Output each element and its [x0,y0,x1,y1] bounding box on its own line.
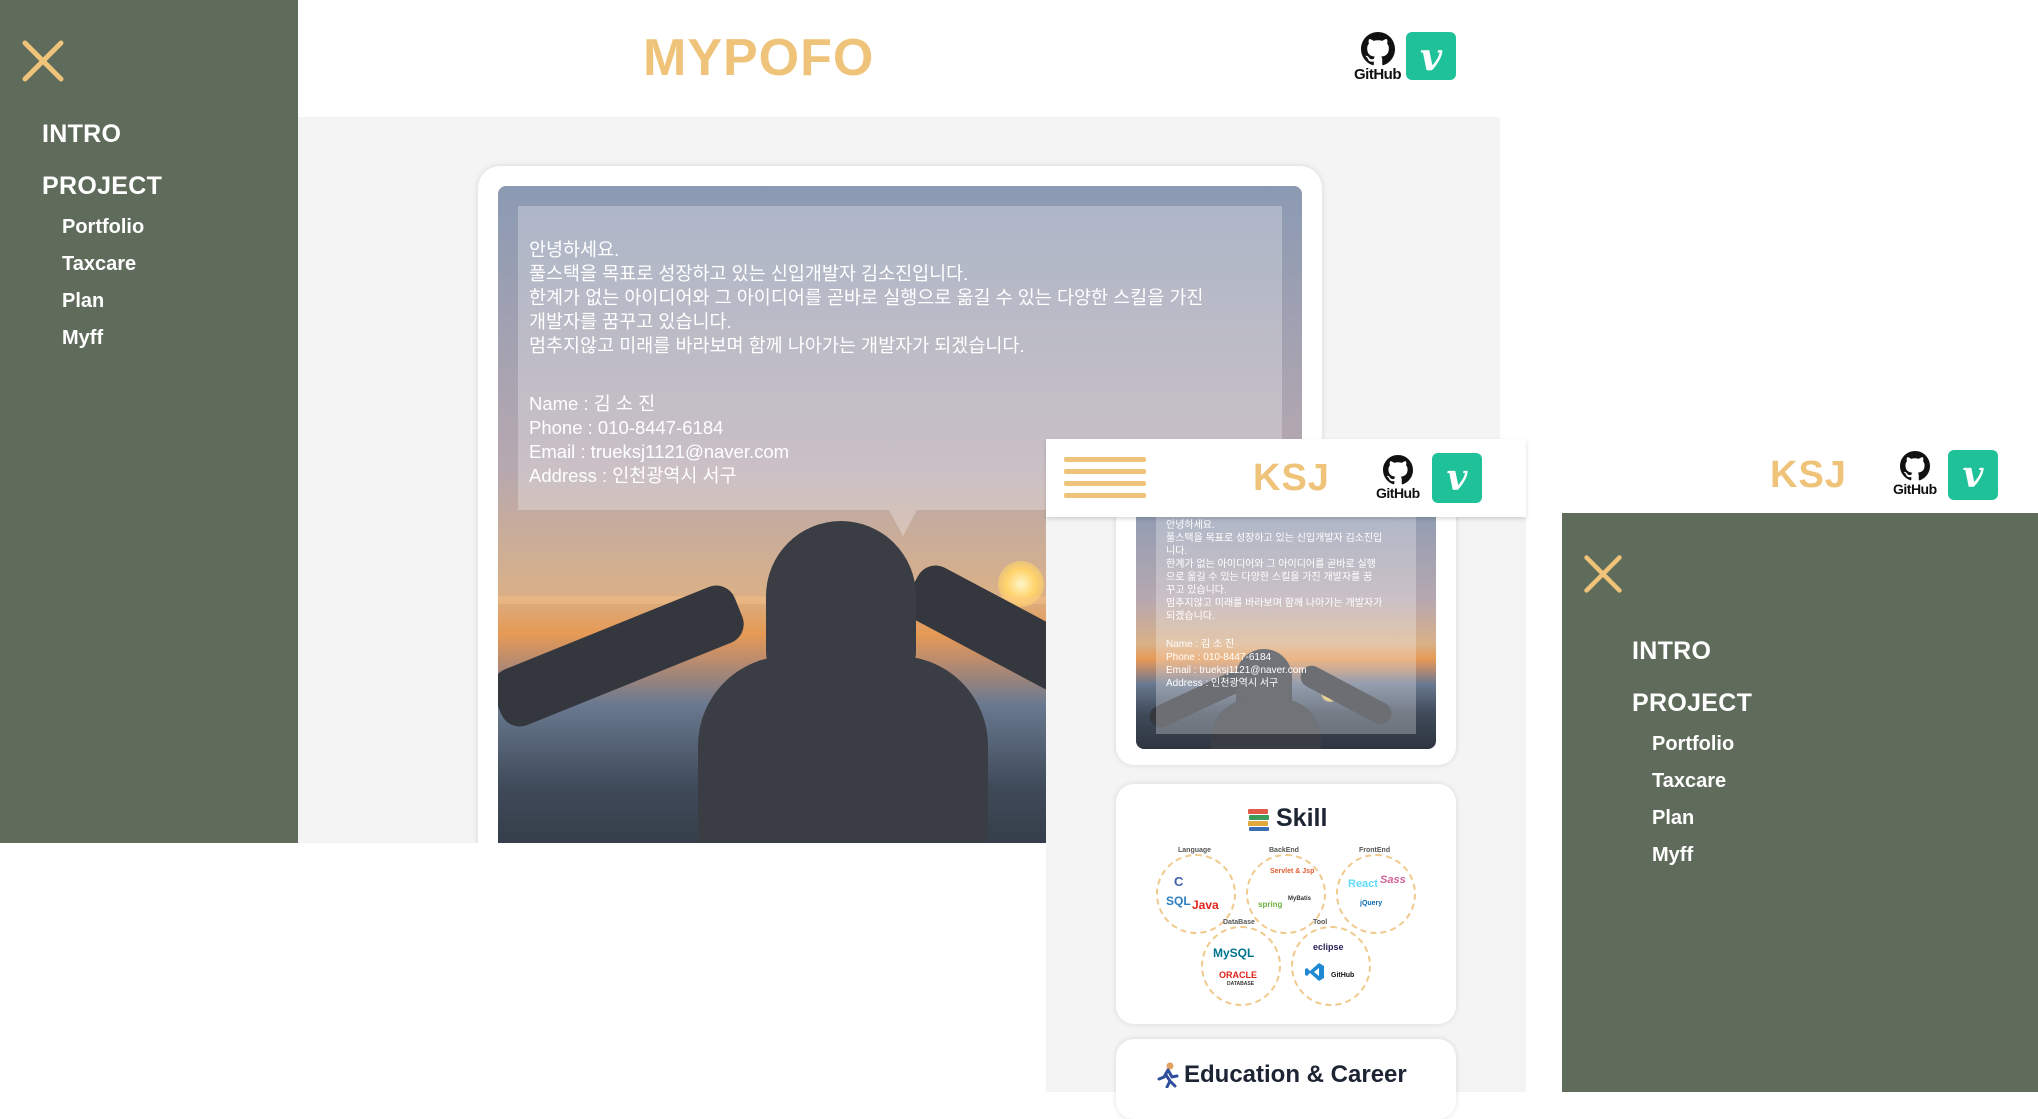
c-logo: C [1174,874,1184,889]
person-body [698,656,988,843]
intro-address: Address : 인천광역시 서구 [529,465,737,486]
servlet-logo: Servlet & Jsp [1270,868,1315,875]
mobile-nav-item-taxcare[interactable]: Taxcare [1652,770,1726,793]
books-icon [1248,808,1269,831]
tool-circle: eclipse GitHub [1291,926,1371,1006]
runner-icon [1157,1062,1179,1088]
tablet-github-link[interactable]: GitHub [1376,455,1420,501]
mobile-menu-panel: INTRO PROJECT Portfolio Taxcare Plan Myf… [1562,513,2038,1092]
education-title: Education & Career [1184,1061,1407,1088]
skill-title: Skill [1276,804,1328,832]
tablet-brand-logo[interactable]: KSJ [1253,457,1330,500]
oracle-logo: ORACLE [1219,970,1257,980]
mobile-nav-item-portfolio[interactable]: Portfolio [1652,733,1734,756]
mobile-nav-item-plan[interactable]: Plan [1652,807,1694,830]
tablet-velog-button[interactable]: v [1432,453,1482,503]
tablet-page: 안녕하세요. 풀스택을 목표로 성장하고 있는 신입개발자 김소진입 니다. 한… [1046,439,1526,1119]
intro-greeting: 안녕하세요. 풀스택을 목표로 성장하고 있는 신입개발자 김소진입니다. 한계… [529,239,1204,356]
hamburger-menu-icon[interactable] [1064,457,1146,498]
skill-card: Skill Language C SQL Java BackEnd Servle… [1116,784,1456,1024]
tablet-github-label: GitHub [1376,485,1420,501]
tablet-intro-greeting: 안녕하세요. 풀스택을 목표로 성장하고 있는 신입개발자 김소진입 니다. 한… [1166,520,1383,622]
frontend-circle: React Sass jQuery [1336,854,1416,934]
oracle-db-label: DATABASE [1227,981,1255,987]
tablet-intro-phone: Phone : 010-8447-6184 [1166,652,1272,663]
bubble-tail [889,510,917,536]
sass-logo: Sass [1380,874,1406,886]
skill-group-tool: Tool [1313,919,1328,926]
intro-email: Email : trueksj1121@naver.com [529,441,790,462]
skill-heading: Skill [1246,804,1327,833]
tablet-intro-name: Name : 김 소 진 [1166,639,1235,650]
education-heading: Education & Career [1156,1061,1407,1089]
skill-group-backend: BackEnd [1269,847,1299,854]
tablet-header: KSJ GitHub v [1046,439,1526,517]
jquery-logo: jQuery [1360,900,1383,907]
tablet-intro-address: Address : 인천광역시 서구 [1166,678,1279,689]
mobile-velog-button[interactable]: v [1948,450,1998,500]
database-circle: MySQL ORACLE DATABASE [1201,926,1281,1006]
mobile-brand-logo[interactable]: KSJ [1770,454,1847,497]
intro-name: Name : 김 소 진 [529,393,656,414]
close-icon[interactable] [1582,553,1624,595]
mysql-logo: MySQL [1213,946,1255,960]
skill-group-database: DataBase [1223,919,1255,926]
tablet-intro-photo: 안녕하세요. 풀스택을 목표로 성장하고 있는 신입개발자 김소진입 니다. 한… [1136,499,1436,749]
eclipse-logo: eclipse [1313,942,1344,952]
react-logo: React [1348,878,1378,890]
github-tool-logo: GitHub [1331,972,1355,979]
education-card: Education & Career [1116,1039,1456,1119]
vscode-icon [1305,963,1324,981]
tablet-intro-bubble: 안녕하세요. 풀스택을 목표로 성장하고 있는 신입개발자 김소진입 니다. 한… [1156,499,1416,734]
tablet-intro-email: Email : trueksj1121@naver.com [1166,665,1307,676]
mybatis-logo: MyBatis [1288,896,1312,902]
mobile-nav-item-myff[interactable]: Myff [1652,844,1693,867]
mobile-github-link[interactable]: GitHub [1893,451,1937,497]
intro-phone: Phone : 010-8447-6184 [529,417,724,438]
github-icon [1899,451,1930,481]
skill-group-frontend: FrontEnd [1359,847,1391,854]
github-icon [1382,455,1413,485]
mobile-header: KSJ GitHub v [1562,440,2038,513]
spring-logo: spring [1258,900,1283,909]
java-logo: Java [1192,898,1219,912]
mobile-nav-intro[interactable]: INTRO [1632,637,1711,666]
mobile-github-label: GitHub [1893,481,1937,497]
mobile-nav-project[interactable]: PROJECT [1632,689,1752,718]
sql-logo: SQL [1166,894,1191,908]
tablet-intro-card: 안녕하세요. 풀스택을 목표로 성장하고 있는 신입개발자 김소진입 니다. 한… [1116,479,1456,765]
skill-group-language: Language [1178,847,1212,854]
